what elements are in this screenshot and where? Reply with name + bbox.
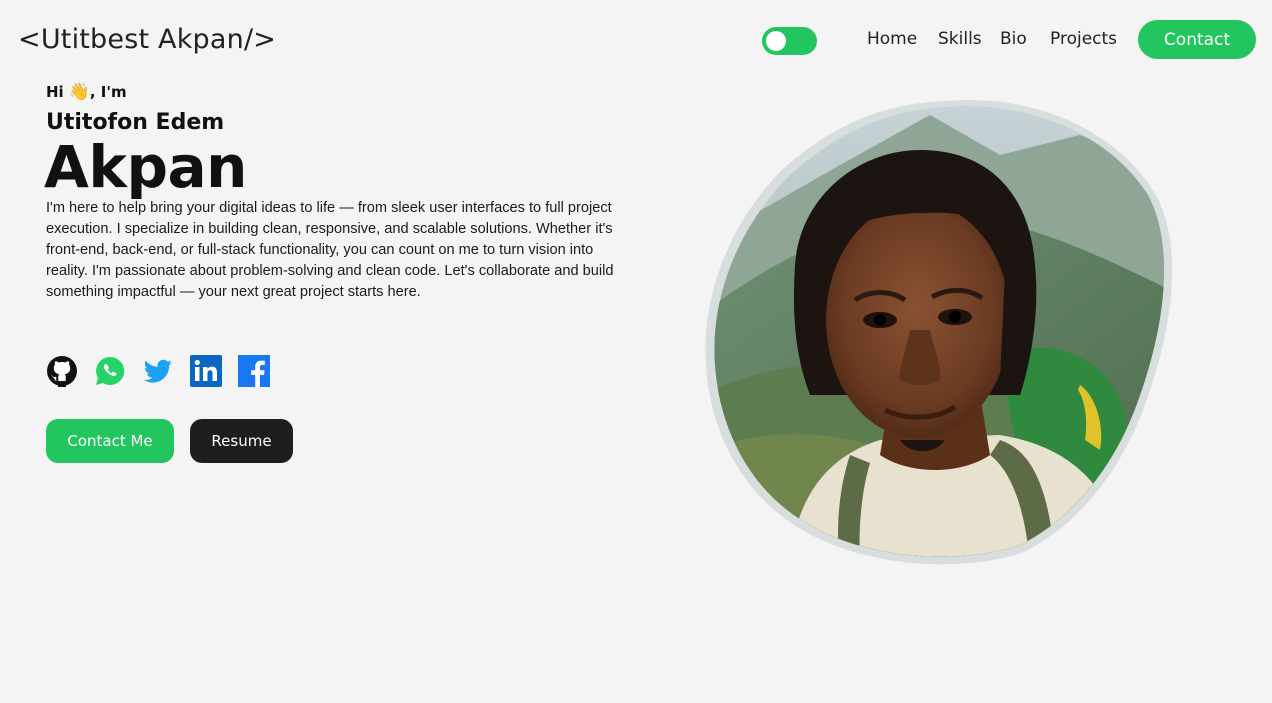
site-logo[interactable]: <Utitbest Akpan/> [18,24,276,55]
bio-text: I'm here to help bring your digital idea… [46,200,614,300]
social-links [46,355,270,387]
greeting-hi: Hi [46,83,64,101]
nav-projects[interactable]: Projects [1050,29,1117,49]
first-names: Utitofon Edem [46,110,225,135]
nav-skills[interactable]: Skills [938,29,982,49]
waving-hand-icon: 👋 [68,82,90,102]
profile-photo [705,99,1173,565]
nav-bio[interactable]: Bio [1000,29,1027,49]
github-icon[interactable] [46,355,78,387]
last-name: Akpan [44,133,247,201]
greeting-im: , I'm [89,83,127,101]
theme-toggle[interactable] [762,27,817,55]
nav-home[interactable]: Home [867,29,917,49]
greeting: Hi 👋 , I'm [46,82,127,102]
contact-me-button[interactable]: Contact Me [46,419,174,463]
facebook-icon[interactable] [238,355,270,387]
toggle-knob [766,31,786,51]
whatsapp-icon[interactable] [94,355,126,387]
resume-button[interactable]: Resume [190,419,293,463]
twitter-icon[interactable] [142,355,174,387]
nav-contact-button[interactable]: Contact [1138,20,1256,59]
linkedin-icon[interactable] [190,355,222,387]
